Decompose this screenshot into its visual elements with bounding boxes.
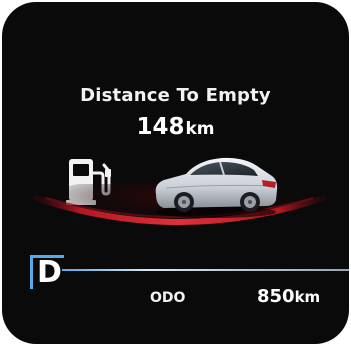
instrument-cluster-display: Distance To Empty 148km D ODO 850km xyxy=(2,2,349,344)
divider-line xyxy=(62,269,349,271)
distance-to-empty-readout: 148km xyxy=(2,114,349,140)
odometer-label: ODO xyxy=(150,290,186,306)
car-icon xyxy=(155,157,278,218)
distance-to-empty-label: Distance To Empty xyxy=(80,85,271,106)
odometer-readout: 850km xyxy=(257,286,320,307)
distance-to-empty-value: 148 xyxy=(136,114,185,140)
odometer-unit: km xyxy=(294,288,321,306)
odometer-value: 850 xyxy=(257,286,295,307)
distance-to-empty-unit: km xyxy=(185,119,215,139)
gear-position: D xyxy=(37,255,62,290)
